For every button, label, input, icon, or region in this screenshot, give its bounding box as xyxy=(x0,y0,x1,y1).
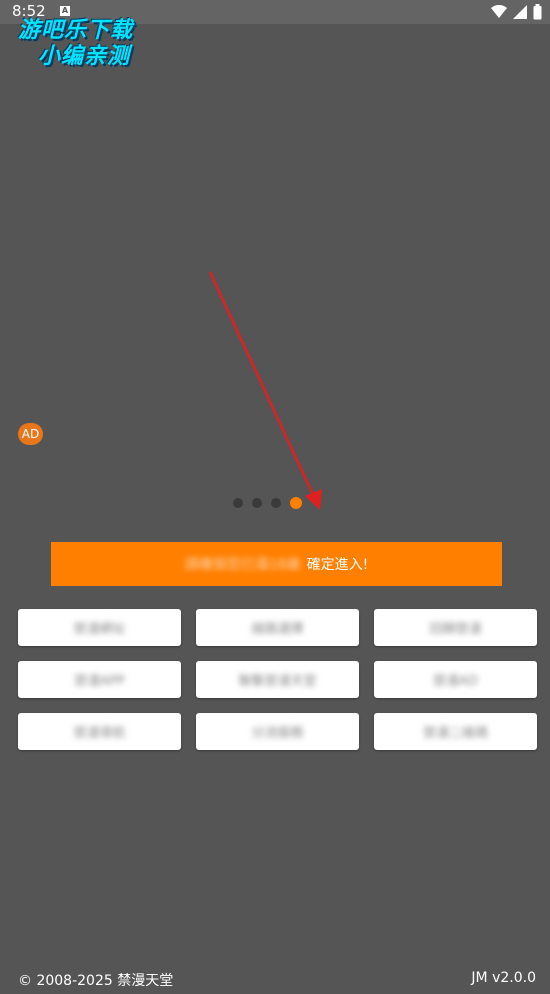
link-button[interactable]: 禁漫AD xyxy=(374,661,537,698)
ad-badge[interactable]: AD xyxy=(18,423,43,445)
link-button[interactable]: 回歸禁漫 xyxy=(374,609,537,646)
age-warning-text: 請確保您已滿18歲 xyxy=(184,557,301,573)
wifi-icon xyxy=(491,5,507,18)
link-button-label: 禁漫導航 xyxy=(73,726,126,741)
watermark-line2: 小编亲测 xyxy=(38,44,131,69)
link-button-label: 線路選擇 xyxy=(251,622,304,637)
link-button[interactable]: 禁漫二維碼 xyxy=(374,713,537,750)
link-button[interactable]: 禁漫網址 xyxy=(18,609,181,646)
link-button-label: 分流服務 xyxy=(251,726,304,741)
signal-icon xyxy=(513,5,527,19)
carousel-dot[interactable] xyxy=(252,498,262,508)
link-button-grid: 禁漫網址 線路選擇 回歸禁漫 禁漫APP 聯繫禁漫天堂 禁漫AD 禁漫導航 分流… xyxy=(18,609,537,750)
link-button[interactable]: 聯繫禁漫天堂 xyxy=(196,661,359,698)
footer-copyright: © 2008-2025 禁漫天堂 xyxy=(18,973,174,989)
confirm-enter-label: 確定進入! xyxy=(306,557,369,573)
battery-icon xyxy=(533,4,542,20)
link-button-label: 禁漫APP xyxy=(74,674,125,689)
annotation-arrow-head xyxy=(305,489,322,510)
link-button-label: 回歸禁漫 xyxy=(429,622,482,637)
footer-version: JM v2.0.0 xyxy=(471,970,536,986)
link-button-label: 禁漫AD xyxy=(433,674,478,689)
carousel-dot[interactable] xyxy=(271,498,281,508)
link-button-label: 禁漫二維碼 xyxy=(422,726,488,741)
watermark-logo: 游吧乐下载 小编亲测 xyxy=(12,12,152,69)
annotation-arrow-line xyxy=(208,271,316,498)
link-button-label: 禁漫網址 xyxy=(73,622,126,637)
carousel-indicator xyxy=(233,497,302,509)
link-button[interactable]: 分流服務 xyxy=(196,713,359,750)
link-button[interactable]: 線路選擇 xyxy=(196,609,359,646)
enter-confirm-button[interactable]: 請確保您已滿18歲 確定進入! xyxy=(51,542,502,586)
link-button-label: 聯繫禁漫天堂 xyxy=(238,674,317,689)
carousel-dot-active[interactable] xyxy=(290,497,302,509)
carousel-dot[interactable] xyxy=(233,498,243,508)
status-icons xyxy=(491,3,542,21)
link-button[interactable]: 禁漫APP xyxy=(18,661,181,698)
link-button[interactable]: 禁漫導航 xyxy=(18,713,181,750)
